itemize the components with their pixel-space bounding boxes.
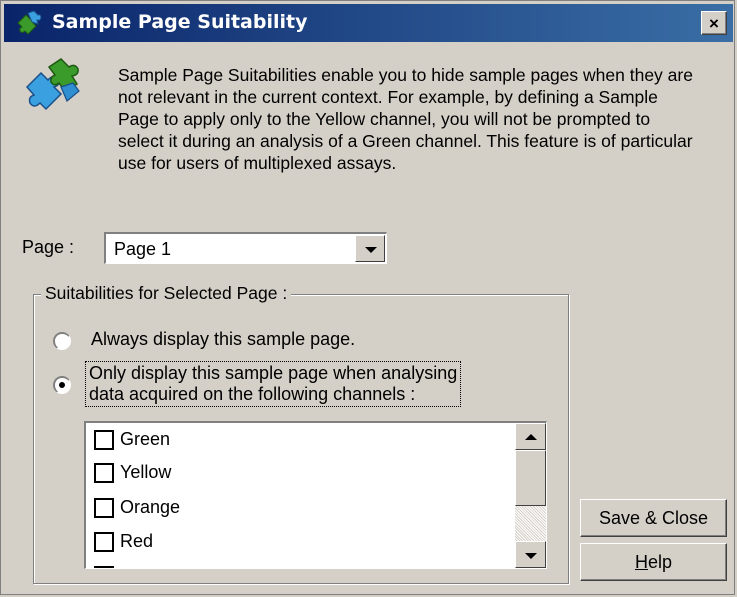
checkbox[interactable] (94, 498, 114, 518)
page-dropdown-value: Page 1 (114, 239, 172, 259)
dialog-window: Sample Page Suitability × Sample Page Su… (0, 0, 735, 595)
channel-label: Orange (120, 497, 181, 517)
title-bar[interactable]: Sample Page Suitability × (4, 4, 733, 42)
radio-button-selected[interactable] (53, 376, 71, 394)
radio-dot-icon (59, 382, 65, 388)
save-close-button[interactable]: Save & Close (580, 499, 727, 537)
radio-only-label-line1: Only display this sample page when analy… (89, 363, 458, 383)
page-dropdown[interactable]: Page 1 (104, 232, 387, 264)
scroll-thumb[interactable] (515, 450, 546, 506)
description-text: Sample Page Suitabilities enable you to … (118, 65, 693, 173)
channel-label: Green (120, 429, 171, 449)
close-icon: × (709, 14, 719, 33)
radio-only-label-line2: data acquired on the following channels … (89, 384, 416, 404)
radio-only-label[interactable]: Only display this sample page when analy… (85, 361, 462, 407)
radio-button[interactable] (53, 332, 71, 350)
channel-label: Yellow (120, 462, 172, 482)
checkbox[interactable] (94, 463, 114, 483)
puzzle-icon (17, 10, 42, 35)
page-label: Page : (22, 237, 75, 257)
close-button[interactable]: × (701, 11, 727, 35)
help-button-label: Help (634, 552, 673, 572)
arrow-down-icon (525, 553, 537, 559)
checkbox[interactable] (94, 532, 114, 552)
scroll-down-button[interactable] (515, 541, 546, 568)
checkbox (94, 566, 114, 568)
window-title: Sample Page Suitability (52, 11, 308, 33)
scroll-up-button[interactable] (515, 423, 546, 450)
channels-listbox[interactable]: Green Yellow Orange Red (84, 421, 547, 569)
dropdown-button[interactable] (355, 235, 385, 262)
puzzle-icon (25, 58, 80, 111)
chevron-down-icon (365, 247, 377, 253)
help-button[interactable]: Help (580, 543, 727, 581)
vertical-scrollbar[interactable] (515, 423, 546, 568)
arrow-up-icon (525, 434, 537, 440)
checkbox[interactable] (94, 430, 114, 450)
radio-always-label[interactable]: Always display this sample page. (91, 329, 355, 350)
suitabilities-legend: Suitabilities for Selected Page : (41, 283, 292, 304)
channel-label: Red (120, 531, 154, 551)
